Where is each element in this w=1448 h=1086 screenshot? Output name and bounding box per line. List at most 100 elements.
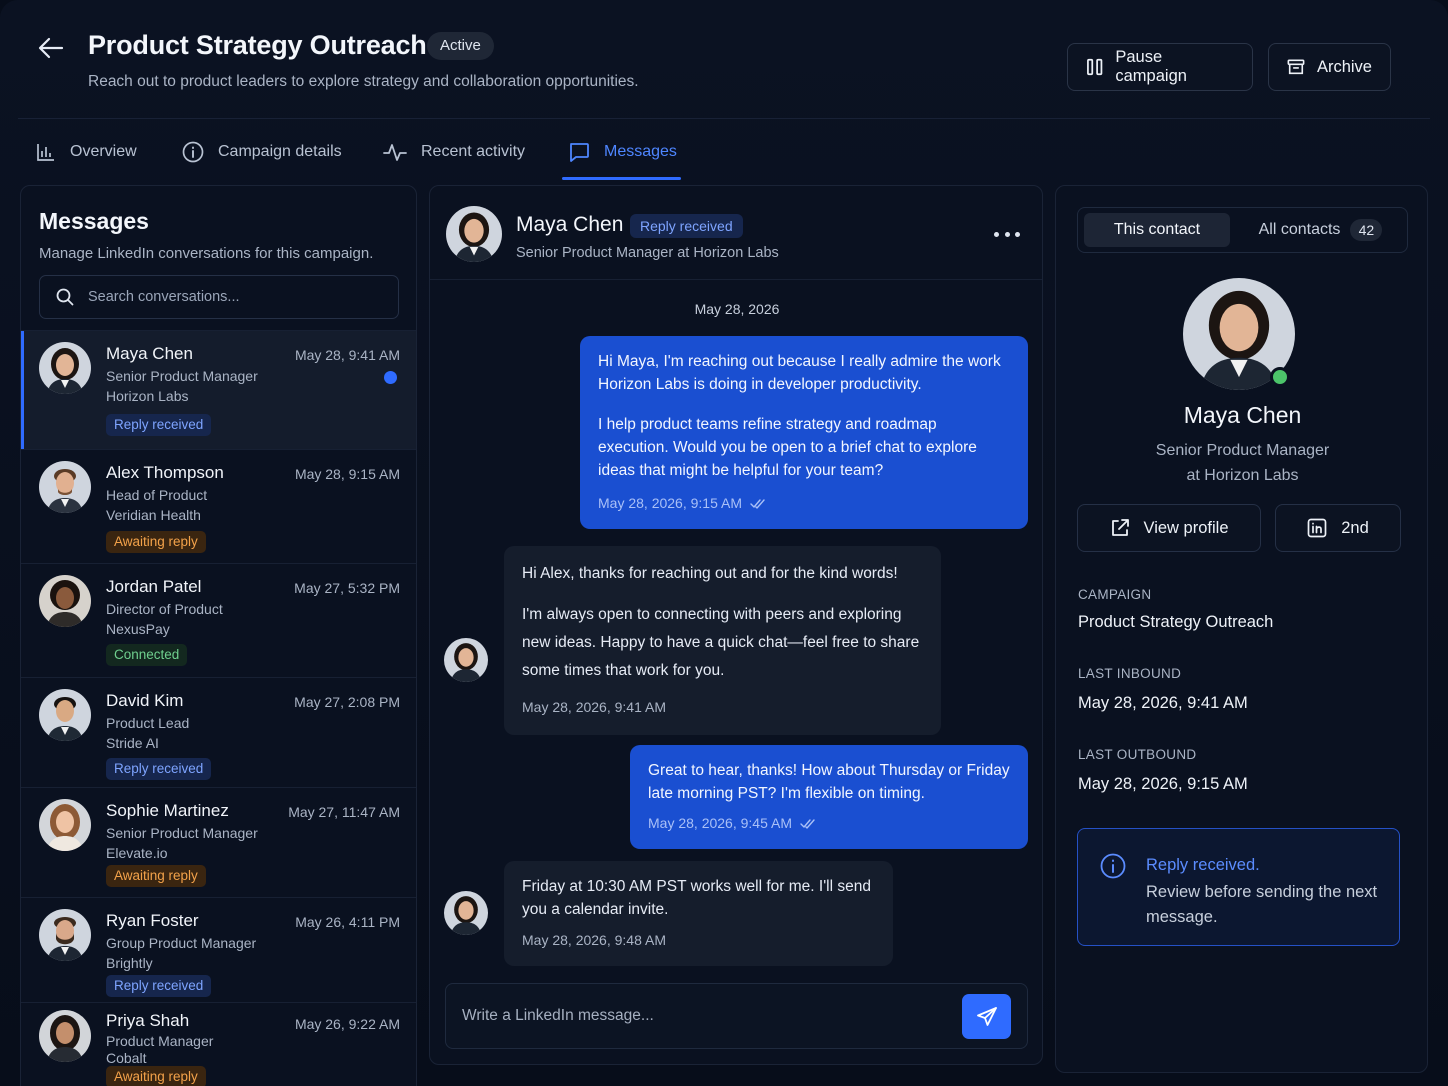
conversation-company: Horizon Labs xyxy=(106,388,189,404)
tab-messages[interactable]: Messages xyxy=(568,136,677,168)
status-badge: Connected xyxy=(106,644,188,666)
conversation-item-priya-shah[interactable]: Priya Shah May 26, 9:22 AM Product Manag… xyxy=(21,1002,416,1086)
this-contact-button[interactable]: This contact xyxy=(1084,213,1230,247)
send-button[interactable] xyxy=(962,994,1011,1039)
message-outgoing: Hi Maya, I'm reaching out because I real… xyxy=(580,336,1028,529)
message-incoming: Hi Alex, thanks for reaching out and for… xyxy=(504,546,941,735)
conversation-item-sophie-martinez[interactable]: Sophie Martinez May 27, 11:47 AM Senior … xyxy=(21,787,416,897)
more-options-button[interactable] xyxy=(994,224,1020,244)
tab-messages-label: Messages xyxy=(604,143,677,160)
pause-campaign-button[interactable]: Pause campaign xyxy=(1067,43,1253,91)
contact-scope-toggle: This contact All contacts 42 xyxy=(1077,207,1408,253)
message-time: May 28, 2026, 9:45 AM xyxy=(648,815,792,831)
tab-recent-activity[interactable]: Recent activity xyxy=(383,136,525,168)
chat-contact-name: Maya Chen xyxy=(516,213,624,236)
status-badge: Awaiting reply xyxy=(106,865,206,887)
all-contacts-label: All contacts xyxy=(1258,221,1341,238)
message-time: May 28, 2026, 9:41 AM xyxy=(522,699,666,715)
header-divider xyxy=(18,118,1430,119)
page-title: Product Strategy Outreach xyxy=(88,30,427,60)
conversation-item-jordan-patel[interactable]: Jordan Patel May 27, 5:32 PM Director of… xyxy=(21,563,416,677)
linkedin-icon xyxy=(1307,518,1327,538)
messages-title: Messages xyxy=(39,208,149,234)
campaign-label: CAMPAIGN xyxy=(1078,587,1152,602)
avatar xyxy=(444,638,488,682)
avatar xyxy=(444,891,488,935)
tab-recent-activity-label: Recent activity xyxy=(421,143,526,160)
conversation-company: Cobalt xyxy=(106,1050,147,1066)
double-check-icon xyxy=(750,498,765,509)
conversation-time: May 28, 9:41 AM xyxy=(294,347,400,363)
conversation-time: May 27, 2:08 PM xyxy=(294,694,400,710)
contacts-count-badge: 42 xyxy=(1350,219,1383,241)
tab-overview[interactable]: Overview xyxy=(36,136,137,168)
conversation-role: Senior Product Manager xyxy=(106,825,258,841)
status-badge: Awaiting reply xyxy=(106,531,206,553)
conversation-time: May 27, 11:47 AM xyxy=(288,804,400,820)
info-icon xyxy=(1100,853,1126,879)
last-inbound-label: LAST INBOUND xyxy=(1078,666,1182,681)
conversation-name: Jordan Patel xyxy=(106,577,202,596)
search-icon xyxy=(56,288,74,306)
conversation-item-alex-thompson[interactable]: Alex Thompson May 28, 9:15 AM Head of Pr… xyxy=(21,449,416,563)
campaign-value: Product Strategy Outreach xyxy=(1078,613,1274,631)
tab-overview-label: Overview xyxy=(70,143,137,160)
view-profile-button[interactable]: View profile xyxy=(1077,504,1261,552)
bar-chart-icon xyxy=(37,144,54,161)
message-text: Hi Alex, thanks for reaching out and for… xyxy=(522,565,898,582)
tab-campaign-details-label: Campaign details xyxy=(218,143,342,160)
all-contacts-button[interactable]: All contacts 42 xyxy=(1238,213,1403,247)
back-button[interactable] xyxy=(36,34,66,62)
chat-contact-role: Senior Product Manager at Horizon Labs xyxy=(516,245,779,261)
conversation-item-david-kim[interactable]: David Kim May 27, 2:08 PM Product Lead S… xyxy=(21,677,416,787)
last-inbound-value: May 28, 2026, 9:41 AM xyxy=(1078,694,1248,712)
profile-role-company: at Horizon Labs xyxy=(1186,467,1299,484)
conversation-role: Product Manager xyxy=(106,1033,214,1049)
conversation-name: Priya Shah xyxy=(106,1011,190,1030)
conversation-role: Director of Product xyxy=(106,601,223,617)
message-text: Friday at 10:30 AM PST works well for me… xyxy=(522,878,871,918)
conversation-time: May 27, 5:32 PM xyxy=(294,580,400,596)
message-outgoing: Great to hear, thanks! How about Thursda… xyxy=(630,745,1028,849)
conversation-name: Alex Thompson xyxy=(106,463,224,482)
external-link-icon xyxy=(1111,519,1129,536)
avatar xyxy=(39,461,91,513)
message-incoming: Friday at 10:30 AM PST works well for me… xyxy=(504,861,893,966)
conversation-item-maya-chen[interactable]: Maya Chen May 28, 9:41 AM Senior Product… xyxy=(21,330,416,449)
message-meta: May 28, 2026, 9:41 AM xyxy=(522,693,923,721)
avatar xyxy=(446,206,502,262)
conversation-item-ryan-foster[interactable]: Ryan Foster May 26, 4:11 PM Group Produc… xyxy=(21,897,416,1002)
last-outbound-value: May 28, 2026, 9:15 AM xyxy=(1078,775,1248,793)
linkedin-connection-degree-button[interactable]: 2nd xyxy=(1275,504,1401,552)
this-contact-label: This contact xyxy=(1113,221,1201,238)
tab-campaign-details[interactable]: Campaign details xyxy=(182,136,342,168)
active-tab-indicator xyxy=(562,177,681,180)
activity-icon xyxy=(383,144,407,161)
conversation-list: Maya Chen May 28, 9:41 AM Senior Product… xyxy=(21,330,416,1086)
status-badge: Reply received xyxy=(106,975,212,997)
arrow-left-icon xyxy=(38,37,64,59)
message-text: I'm always open to connecting with peers… xyxy=(522,606,920,679)
search-box xyxy=(39,275,399,319)
more-dot-icon xyxy=(994,231,999,237)
conversation-company: Brightly xyxy=(106,955,153,971)
reply-notice-title: Reply received. xyxy=(1146,856,1260,874)
status-badge: Reply received xyxy=(106,414,212,436)
last-outbound-label: LAST OUTBOUND xyxy=(1078,747,1197,762)
search-input[interactable] xyxy=(88,289,368,305)
conversation-company: Stride AI xyxy=(106,735,159,751)
conversation-company: Elevate.io xyxy=(106,845,168,861)
view-profile-label: View profile xyxy=(1143,518,1229,537)
status-badge: Reply received xyxy=(106,758,212,780)
message-text: Hi Maya, I'm reaching out because I real… xyxy=(598,353,1001,393)
message-input[interactable] xyxy=(462,1003,942,1029)
message-composer xyxy=(445,983,1028,1049)
status-badge: Reply received xyxy=(630,214,743,238)
online-status-dot xyxy=(1270,367,1290,387)
app-window: Product Strategy Outreach Active Reach o… xyxy=(0,0,1448,1086)
avatar xyxy=(39,575,91,627)
avatar xyxy=(39,342,91,394)
message-time: May 28, 2026, 9:48 AM xyxy=(522,932,666,948)
archive-button[interactable]: Archive xyxy=(1268,43,1391,91)
chat-panel: Maya Chen Reply received Senior Product … xyxy=(429,185,1043,1065)
